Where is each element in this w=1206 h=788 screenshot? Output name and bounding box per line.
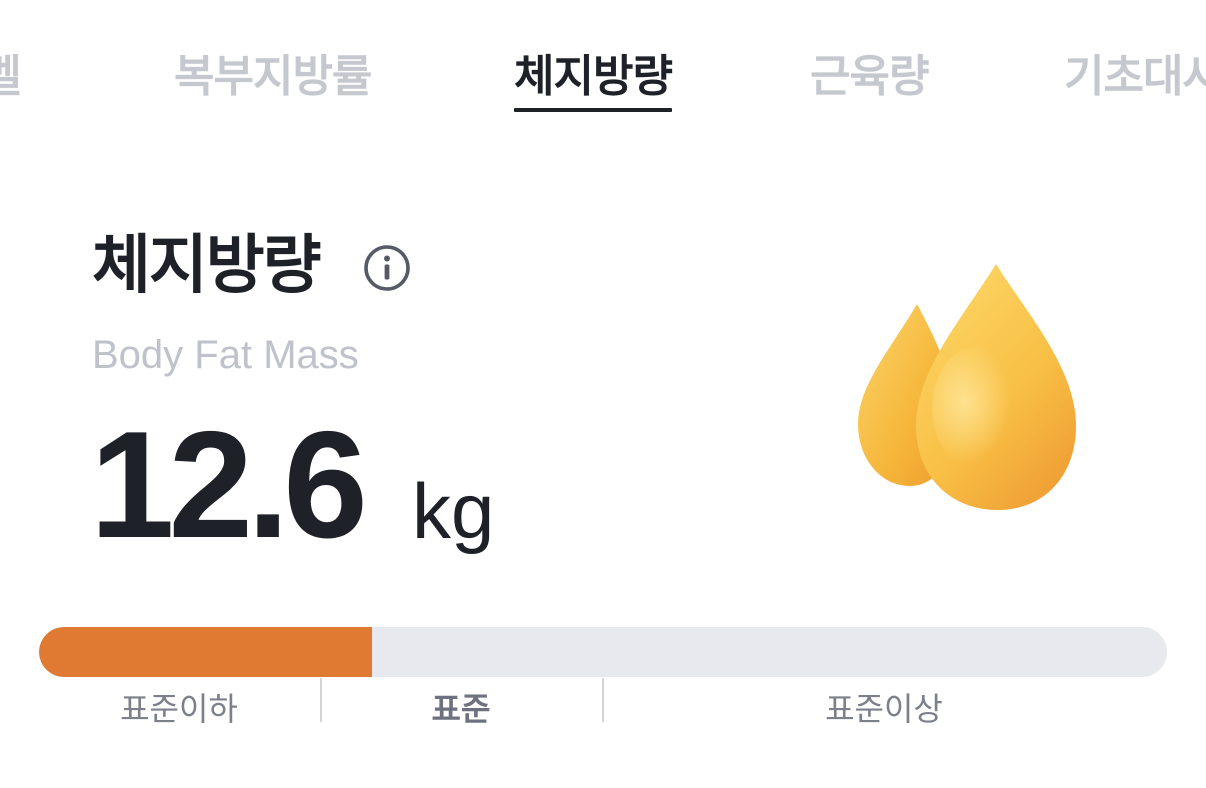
body-fat-screen: 레벨 복부지방률 체지방량 근육량 기초대사 체지방량 Body Fat Mas…	[0, 0, 1206, 788]
oil-drops-icon	[858, 264, 1076, 510]
metric-value: 12.6	[90, 400, 368, 570]
range-divider	[602, 678, 604, 722]
metric-unit: kg	[412, 467, 495, 555]
metric-tab-bar: 레벨 복부지방률 체지방량 근육량 기초대사	[0, 0, 1206, 120]
metric-title: 체지방량	[92, 229, 322, 303]
range-label-above-standard: 표준이상	[825, 690, 943, 728]
tab-abdominal-fat-ratio[interactable]: 복부지방률	[174, 48, 372, 110]
range-bar	[39, 627, 1167, 677]
tab-level[interactable]: 레벨	[0, 48, 22, 110]
tab-basal-metabolism[interactable]: 기초대사	[1064, 48, 1206, 110]
tab-muscle-mass[interactable]: 근육량	[810, 48, 929, 110]
range-label-standard: 표준	[431, 690, 491, 728]
metric-subtitle: Body Fat Mass	[92, 333, 359, 377]
range-bar-fill	[39, 627, 372, 677]
range-label-below-standard: 표준이하	[120, 690, 238, 728]
tab-body-fat-mass[interactable]: 체지방량	[514, 48, 673, 112]
info-circle-icon[interactable]	[363, 244, 411, 292]
range-divider	[320, 678, 322, 722]
